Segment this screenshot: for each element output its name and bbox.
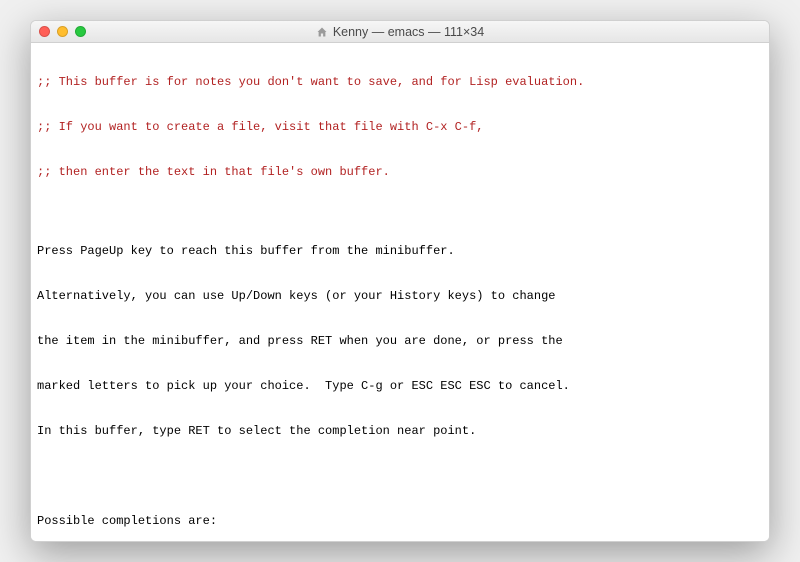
scratch-line: ;; then enter the text in that file's ow… <box>37 165 763 180</box>
scratch-buffer[interactable]: ;; This buffer is for notes you don't wa… <box>31 43 769 212</box>
blank-line <box>37 469 763 484</box>
traffic-lights <box>39 26 86 37</box>
close-icon[interactable] <box>39 26 50 37</box>
completions-help: marked letters to pick up your choice. T… <box>37 379 763 394</box>
terminal-window: Kenny — emacs — 111×34 ;; This buffer is… <box>30 20 770 542</box>
titlebar[interactable]: Kenny — emacs — 111×34 <box>31 21 769 43</box>
minimize-icon[interactable] <box>57 26 68 37</box>
completions-help: the item in the minibuffer, and press RE… <box>37 334 763 349</box>
home-icon <box>316 26 328 38</box>
window-title: Kenny — emacs — 111×34 <box>333 25 484 39</box>
maximize-icon[interactable] <box>75 26 86 37</box>
completions-buffer[interactable]: Press PageUp key to reach this buffer fr… <box>31 212 769 542</box>
scratch-line: ;; This buffer is for notes you don't wa… <box>37 75 763 90</box>
emacs-frame[interactable]: ;; This buffer is for notes you don't wa… <box>31 43 769 541</box>
window-title-wrap: Kenny — emacs — 111×34 <box>31 25 769 39</box>
scratch-line: ;; If you want to create a file, visit t… <box>37 120 763 135</box>
completions-help: Alternatively, you can use Up/Down keys … <box>37 289 763 304</box>
completions-help: In this buffer, type RET to select the c… <box>37 424 763 439</box>
completions-heading: Possible completions are: <box>37 514 763 529</box>
completions-help: Press PageUp key to reach this buffer fr… <box>37 244 763 259</box>
